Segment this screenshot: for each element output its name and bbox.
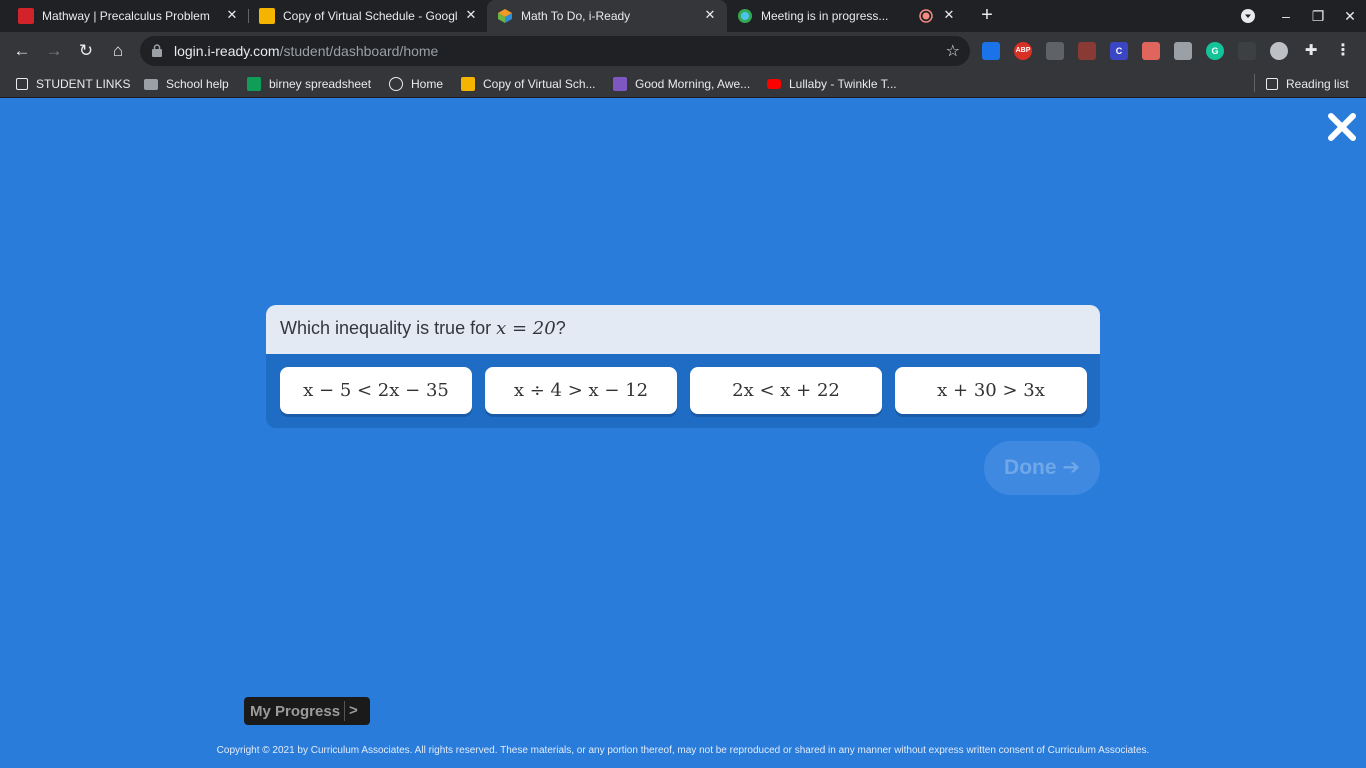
question-text: Which inequality is true for x = 20? xyxy=(280,318,566,339)
reading-list-button[interactable]: Reading list xyxy=(1266,76,1349,92)
bookmark-label: Home xyxy=(411,77,444,91)
copyright-notice: Copyright © 2021 by Curriculum Associate… xyxy=(216,745,1150,756)
close-lesson-icon[interactable] xyxy=(1326,111,1358,143)
mathway-favicon-icon xyxy=(18,8,34,24)
bookmarks-separator xyxy=(1254,74,1255,92)
forward-icon[interactable]: → xyxy=(44,41,64,61)
grammarly-icon[interactable]: G xyxy=(1206,42,1224,60)
slides-favicon-icon xyxy=(259,8,275,24)
tab-iready-active[interactable]: Math To Do, i-Ready ✕ xyxy=(487,0,727,32)
url-host: login.i-ready.com xyxy=(174,43,280,59)
url-path: /student/dashboard/home xyxy=(279,43,439,59)
done-button[interactable]: Done ➔ xyxy=(984,441,1100,495)
answer-choice-3[interactable]: 2x < x + 22 xyxy=(690,367,882,414)
forms-icon xyxy=(613,77,627,91)
iready-favicon-icon xyxy=(498,9,512,23)
bookmark-birney-spreadsheet[interactable]: birney spreadsheet xyxy=(247,76,371,92)
my-progress-button[interactable]: My Progress > xyxy=(244,697,370,725)
meet-favicon-icon xyxy=(738,9,752,23)
slides-icon xyxy=(461,77,475,91)
bookmark-label: Good Morning, Awe... xyxy=(635,77,751,91)
answer-choice-1[interactable]: x − 5 < 2x − 35 xyxy=(280,367,472,414)
tab-mathway[interactable]: Mathway | Precalculus Problem ✕ xyxy=(8,0,248,32)
tab-virtual-schedule[interactable]: Copy of Virtual Schedule - Googl ✕ xyxy=(249,0,487,32)
my-progress-label: My Progress xyxy=(250,703,341,720)
bookmark-label: School help xyxy=(166,77,229,91)
bookmark-home[interactable]: Home xyxy=(389,76,443,92)
bookmark-label: Lullaby - Twinkle T... xyxy=(789,77,897,91)
extension-puzzle-blue-icon[interactable] xyxy=(982,42,1000,60)
extension-screencast-icon[interactable] xyxy=(1142,42,1160,60)
reload-icon[interactable]: ↻ xyxy=(76,41,96,61)
iready-lesson-page: Which inequality is true for x = 20? x −… xyxy=(0,99,1366,768)
tab-title: Meeting is in progress... xyxy=(761,9,889,23)
extension-circle-icon[interactable] xyxy=(1270,42,1288,60)
sheets-icon xyxy=(247,77,261,91)
minimize-icon[interactable]: – xyxy=(1276,6,1296,26)
bookmark-lullaby[interactable]: Lullaby - Twinkle T... xyxy=(767,76,897,92)
close-tab-icon[interactable]: ✕ xyxy=(941,7,957,23)
tab-title: Mathway | Precalculus Problem xyxy=(42,9,210,23)
bookmark-label: Copy of Virtual Sch... xyxy=(483,77,596,91)
bookmark-list-icon xyxy=(16,78,28,90)
tab-title: Copy of Virtual Schedule - Googl xyxy=(283,9,458,23)
tab-strip: Mathway | Precalculus Problem ✕ Copy of … xyxy=(0,0,1366,32)
tab-search-icon[interactable] xyxy=(1238,6,1258,26)
close-tab-icon[interactable]: ✕ xyxy=(463,7,479,23)
bookmarks-bar: STUDENT LINKS School help birney spreads… xyxy=(0,70,1366,98)
bookmark-school-help[interactable]: School help xyxy=(144,76,229,92)
question-variable: x = 20 xyxy=(496,318,556,339)
s-icon xyxy=(389,77,403,91)
bookmark-label: birney spreadsheet xyxy=(269,77,372,91)
bookmark-copy-virtual-schedule[interactable]: Copy of Virtual Sch... xyxy=(461,76,596,92)
adblock-plus-icon[interactable]: ABP xyxy=(1014,42,1032,60)
folder-icon xyxy=(144,78,158,90)
my-progress-arrow-icon: > xyxy=(349,702,358,719)
lock-icon xyxy=(152,44,162,57)
address-bar[interactable]: login.i-ready.com/student/dashboard/home… xyxy=(140,36,970,66)
youtube-icon xyxy=(767,79,781,89)
question-card: Which inequality is true for x = 20? x −… xyxy=(266,305,1100,428)
new-tab-plus-icon[interactable]: + xyxy=(976,5,998,27)
extension-grid-2-icon[interactable] xyxy=(1238,42,1256,60)
url-text: login.i-ready.com/student/dashboard/home xyxy=(174,43,438,59)
bookmark-student-links[interactable]: STUDENT LINKS xyxy=(16,76,130,92)
question-end: ? xyxy=(555,318,566,338)
tab-title: Math To Do, i-Ready xyxy=(521,9,631,23)
bookmark-good-morning[interactable]: Good Morning, Awe... xyxy=(613,76,750,92)
restore-icon[interactable]: ❐ xyxy=(1308,6,1328,26)
chrome-menu-icon[interactable]: ⋮ xyxy=(1334,42,1352,60)
question-header: Which inequality is true for x = 20? xyxy=(266,305,1100,354)
bookmark-star-icon[interactable]: ☆ xyxy=(946,41,960,61)
extension-grid-icon[interactable] xyxy=(1046,42,1064,60)
question-prompt: Which inequality is true for xyxy=(280,318,497,338)
reading-list-label: Reading list xyxy=(1286,77,1349,91)
my-progress-divider xyxy=(344,701,345,721)
reading-list-icon xyxy=(1266,78,1278,90)
back-icon[interactable]: ← xyxy=(12,41,32,61)
extension-wave-icon[interactable] xyxy=(1078,42,1096,60)
close-tab-icon[interactable]: ✕ xyxy=(224,7,240,23)
answer-choice-2[interactable]: x ÷ 4 > x − 12 xyxy=(485,367,677,414)
extension-c-icon[interactable]: C xyxy=(1110,42,1128,60)
tab-meeting[interactable]: Meeting is in progress... ✕ xyxy=(727,0,965,32)
browser-toolbar: ← → ↻ ⌂ login.i-ready.com/student/dashbo… xyxy=(0,32,1366,70)
extension-reader-icon[interactable] xyxy=(1174,42,1192,60)
answer-choice-4[interactable]: x + 30 > 3x xyxy=(895,367,1087,414)
close-tab-icon[interactable]: ✕ xyxy=(702,7,718,23)
extensions-puzzle-icon[interactable]: ✚ xyxy=(1302,42,1320,60)
home-icon[interactable]: ⌂ xyxy=(108,41,128,61)
close-window-icon[interactable]: ✕ xyxy=(1340,6,1360,26)
recording-icon xyxy=(919,9,933,23)
bookmark-label: STUDENT LINKS xyxy=(36,77,131,91)
